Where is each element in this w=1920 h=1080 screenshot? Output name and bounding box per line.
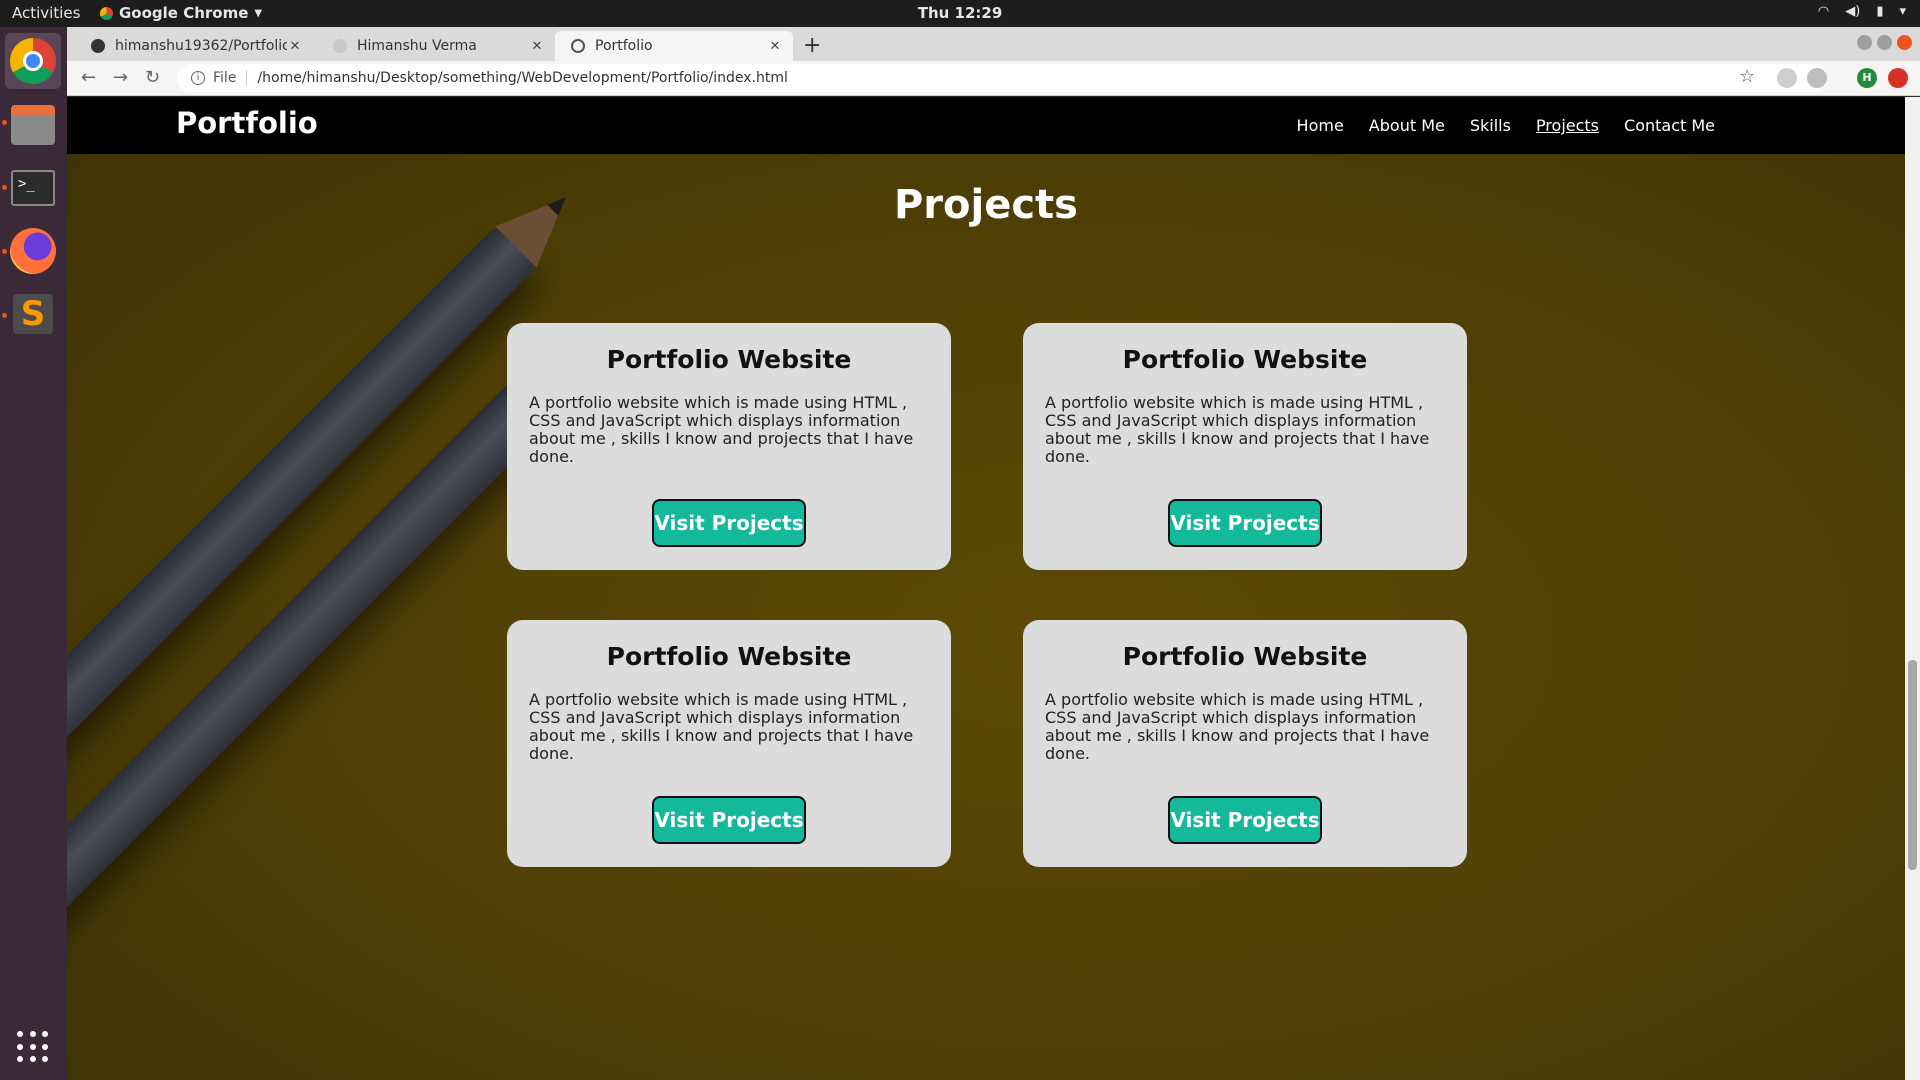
firefox-icon <box>10 228 56 274</box>
project-title: Portfolio Website <box>606 345 852 374</box>
minimize-button[interactable] <box>1857 35 1872 50</box>
visit-projects-button[interactable]: Visit Projects <box>652 796 806 844</box>
project-description: A portfolio website which is made using … <box>529 690 914 763</box>
maximize-button[interactable] <box>1877 35 1892 50</box>
tab-portfolio[interactable]: Portfolio ✕ <box>555 31 793 61</box>
nav-contact-me[interactable]: Contact Me <box>1624 116 1715 135</box>
dock: >_ S <box>0 27 67 1080</box>
system-top-bar: Activities Google Chrome ▼ Thu 12:29 ◠ ◀… <box>0 0 1920 27</box>
sublime-text-icon: S <box>13 294 53 334</box>
tab-title: himanshu19362/Portfolio <box>115 38 287 54</box>
project-card: Portfolio Website A portfolio website wh… <box>1023 323 1467 570</box>
dock-chrome[interactable] <box>5 33 61 89</box>
dock-terminal[interactable]: >_ <box>5 160 61 216</box>
reload-button[interactable]: ↻ <box>145 67 160 88</box>
project-description: A portfolio website which is made using … <box>1045 690 1430 763</box>
globe-icon <box>571 39 585 53</box>
tab-title: Portfolio <box>595 38 653 54</box>
project-title: Portfolio Website <box>606 642 852 671</box>
files-icon <box>11 105 55 145</box>
tab-strip: himanshu19362/Portfolio ✕ Himanshu Verma… <box>67 27 1920 61</box>
nav-links: Home About Me Skills Projects Contact Me <box>1297 116 1715 135</box>
visit-projects-button[interactable]: Visit Projects <box>1168 499 1322 547</box>
close-icon[interactable]: ✕ <box>287 39 303 54</box>
project-card: Portfolio Website A portfolio website wh… <box>507 620 951 867</box>
github-icon <box>91 39 105 53</box>
nav-about-me[interactable]: About Me <box>1369 116 1445 135</box>
volume-icon: ◀) <box>1845 4 1861 19</box>
project-card: Portfolio Website A portfolio website wh… <box>1023 620 1467 867</box>
visit-projects-button[interactable]: Visit Projects <box>652 499 806 547</box>
clock[interactable]: Thu 12:29 <box>0 4 1920 22</box>
terminal-icon: >_ <box>11 170 55 206</box>
show-applications-icon[interactable] <box>17 1031 49 1063</box>
page-viewport: Portfolio Home About Me Skills Projects … <box>67 97 1905 1080</box>
system-tray[interactable]: ◠ ◀) ▮ ▾ <box>1818 4 1906 19</box>
nav-home[interactable]: Home <box>1297 116 1344 135</box>
dock-files[interactable] <box>5 97 61 153</box>
close-icon[interactable]: ✕ <box>767 39 783 54</box>
project-description: A portfolio website which is made using … <box>1045 393 1430 466</box>
extension-icon[interactable] <box>1777 68 1797 88</box>
page-scrollbar[interactable] <box>1905 97 1920 1080</box>
extension-icon[interactable] <box>1888 68 1908 88</box>
chrome-icon <box>10 38 56 84</box>
section-title: Projects <box>893 182 1078 228</box>
wifi-icon: ◠ <box>1817 4 1830 19</box>
scrollbar-thumb[interactable] <box>1908 660 1917 870</box>
page-icon <box>333 39 347 53</box>
project-description: A portfolio website which is made using … <box>529 393 914 466</box>
close-icon[interactable]: ✕ <box>529 39 545 54</box>
new-tab-button[interactable]: + <box>803 33 821 58</box>
project-card: Portfolio Website A portfolio website wh… <box>507 323 951 570</box>
toolbar: ← → ↻ i File /home/himanshu/Desktop/some… <box>67 61 1920 96</box>
project-title: Portfolio Website <box>1122 345 1368 374</box>
address-bar[interactable]: i File /home/himanshu/Desktop/something/… <box>177 64 1827 92</box>
close-window-button[interactable] <box>1897 35 1912 50</box>
forward-button[interactable]: → <box>113 67 128 88</box>
visit-projects-button[interactable]: Visit Projects <box>1168 796 1322 844</box>
project-title: Portfolio Website <box>1122 642 1368 671</box>
back-button[interactable]: ← <box>81 67 96 88</box>
tab-title: Himanshu Verma <box>357 38 477 54</box>
tab-github[interactable]: himanshu19362/Portfolio ✕ <box>75 31 313 61</box>
nav-skills[interactable]: Skills <box>1470 116 1511 135</box>
profile-avatar[interactable]: H <box>1857 68 1877 88</box>
chevron-down-icon: ▾ <box>1899 4 1906 19</box>
extension-icon[interactable] <box>1807 68 1827 88</box>
dock-firefox[interactable] <box>5 223 61 279</box>
battery-icon: ▮ <box>1876 4 1884 19</box>
nav-projects[interactable]: Projects <box>1536 116 1599 135</box>
site-navbar: Portfolio Home About Me Skills Projects … <box>67 97 1905 154</box>
info-icon[interactable]: i <box>191 71 205 85</box>
window-controls <box>1857 35 1912 50</box>
tab-himanshu-verma[interactable]: Himanshu Verma ✕ <box>317 31 555 61</box>
bookmark-star-icon[interactable]: ☆ <box>1739 66 1755 87</box>
url-text[interactable]: /home/himanshu/Desktop/something/WebDeve… <box>257 70 787 86</box>
site-brand[interactable]: Portfolio <box>176 106 318 140</box>
dock-sublime[interactable]: S <box>5 286 61 342</box>
scheme-label: File <box>213 70 248 86</box>
